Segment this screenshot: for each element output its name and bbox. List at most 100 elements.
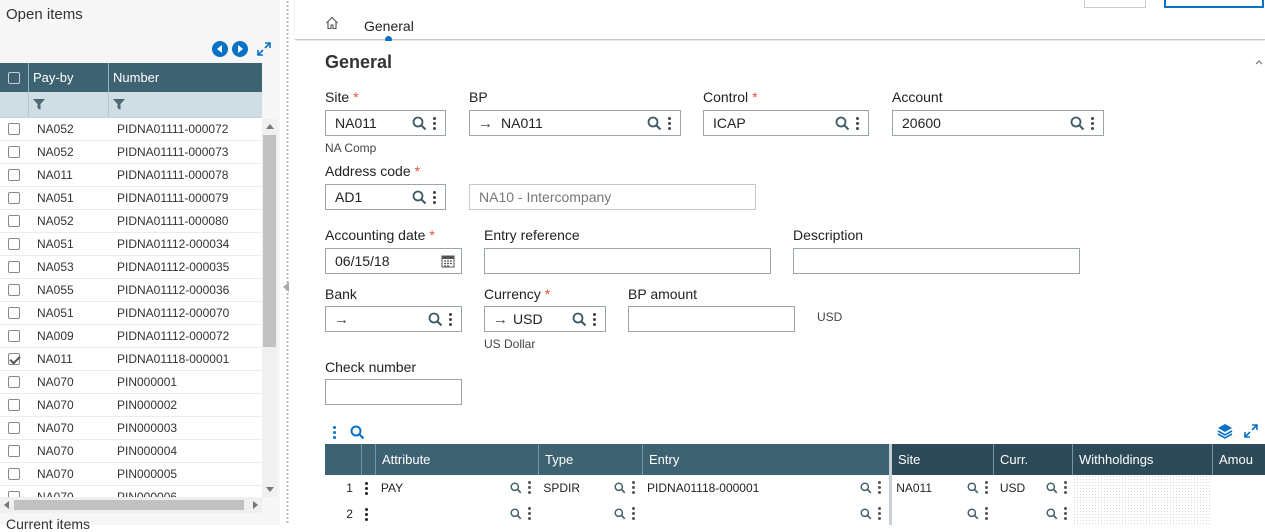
row-checkbox[interactable] [8,330,20,342]
kebab-icon[interactable] [856,116,860,130]
column-header-curr[interactable]: Curr. [993,444,1072,475]
table-row[interactable]: 1 PAY SPDIR PIDNA01118-000001 NA011 USD [325,475,1265,501]
list-item[interactable]: NA052 PIDNA01111-000080 [0,210,262,233]
list-item[interactable]: NA070 PIN000004 [0,440,262,463]
accounting-date-field[interactable]: 06/15/18 [325,248,462,274]
entry-reference-field[interactable] [484,248,771,274]
search-icon[interactable] [1070,116,1085,131]
attribute-cell[interactable]: PAY [375,475,537,501]
row-checkbox[interactable] [8,261,20,273]
row-checkbox[interactable] [8,238,20,250]
search-icon[interactable] [510,481,522,494]
kebab-icon[interactable] [1063,481,1067,494]
panel-divider[interactable] [280,0,295,525]
select-all-checkbox[interactable] [8,71,20,84]
row-checkbox[interactable] [8,169,20,181]
vertical-scrollbar[interactable] [262,119,278,497]
bp-field[interactable]: → NA011 [469,110,681,136]
kebab-icon[interactable] [528,507,532,520]
arrow-right-icon[interactable]: → [485,311,508,328]
kebab-icon[interactable] [1091,116,1095,130]
row-checkbox[interactable] [8,422,20,434]
kebab-icon[interactable] [593,312,597,326]
collapse-icon[interactable] [1255,59,1263,65]
kebab-icon[interactable] [333,426,336,439]
table-row[interactable]: 2 [325,501,1265,525]
list-item[interactable]: NA070 PIN000002 [0,394,262,417]
list-item[interactable]: NA011 PIDNA01118-000001 [0,348,262,371]
check-number-field[interactable] [325,379,462,405]
row-checkbox[interactable] [8,445,20,457]
list-item[interactable]: NA070 PIN000005 [0,463,262,486]
list-item[interactable]: NA051 PIDNA01112-000070 [0,302,262,325]
site-cell[interactable]: NA011 [890,475,994,501]
amount-cell[interactable] [1212,501,1265,525]
search-icon[interactable] [1046,481,1058,494]
row-checkbox[interactable] [8,284,20,296]
home-icon[interactable] [325,16,339,30]
column-header-withholdings[interactable]: Withholdings [1072,444,1212,475]
search-icon[interactable] [572,312,587,327]
list-item[interactable]: NA055 PIDNA01112-000036 [0,279,262,302]
row-checkbox[interactable] [8,353,20,365]
filter-icon[interactable] [113,99,125,110]
arrow-right-icon[interactable]: → [326,311,349,328]
kebab-icon[interactable] [632,481,636,494]
attribute-cell[interactable] [375,501,537,525]
arrow-right-icon[interactable]: → [470,115,493,132]
search-icon[interactable] [350,425,365,440]
column-header-site[interactable]: Site [889,444,993,475]
filter-icon[interactable] [33,99,45,110]
layers-icon[interactable] [1217,423,1233,439]
description-field[interactable] [793,248,1080,274]
search-icon[interactable] [412,190,427,205]
column-header-entry[interactable]: Entry [642,444,889,475]
chevron-left-circle-icon[interactable] [212,41,228,57]
row-checkbox[interactable] [8,399,20,411]
currency-field[interactable]: → USD [484,306,606,332]
bank-field[interactable]: → [325,306,462,332]
search-icon[interactable] [614,481,626,494]
row-menu-icon[interactable] [364,507,368,521]
tab-general[interactable]: General [364,18,414,34]
kebab-icon[interactable] [449,312,453,326]
kebab-icon[interactable] [984,507,988,520]
row-checkbox[interactable] [8,123,20,135]
kebab-icon[interactable] [528,481,532,494]
account-field[interactable]: 20600 [892,110,1104,136]
column-header-attribute[interactable]: Attribute [375,444,538,475]
kebab-icon[interactable] [878,507,882,520]
entry-cell[interactable]: PIDNA01118-000001 [641,475,887,501]
search-icon[interactable] [860,481,872,494]
list-item[interactable]: NA051 PIDNA01111-000079 [0,187,262,210]
column-header-amount[interactable]: Amou [1212,444,1265,475]
curr-cell[interactable]: USD [994,475,1073,501]
list-item[interactable]: NA052 PIDNA01111-000073 [0,141,262,164]
kebab-icon[interactable] [984,481,988,494]
curr-cell[interactable] [994,501,1073,525]
expand-icon[interactable] [256,41,272,57]
search-icon[interactable] [967,507,979,520]
site-cell[interactable] [890,501,994,525]
kebab-icon[interactable] [433,116,437,130]
column-header-number[interactable]: Number [108,63,262,92]
type-cell[interactable] [537,501,641,525]
row-checkbox[interactable] [8,192,20,204]
collapse-panel-grip[interactable] [283,282,289,292]
row-checkbox[interactable] [8,215,20,227]
column-header-payby[interactable]: Pay-by [28,63,108,92]
kebab-icon[interactable] [668,116,672,130]
search-icon[interactable] [647,116,662,131]
search-icon[interactable] [510,507,522,520]
kebab-icon[interactable] [433,190,437,204]
row-checkbox[interactable] [8,146,20,158]
row-checkbox[interactable] [8,307,20,319]
search-icon[interactable] [614,507,626,520]
amount-cell[interactable] [1212,475,1265,501]
list-item[interactable]: NA009 PIDNA01112-000072 [0,325,262,348]
calendar-icon[interactable] [441,254,455,268]
list-item[interactable]: NA070 PIN000001 [0,371,262,394]
bp-amount-field[interactable] [628,306,795,332]
kebab-icon[interactable] [878,481,882,494]
control-field[interactable]: ICAP [703,110,869,136]
